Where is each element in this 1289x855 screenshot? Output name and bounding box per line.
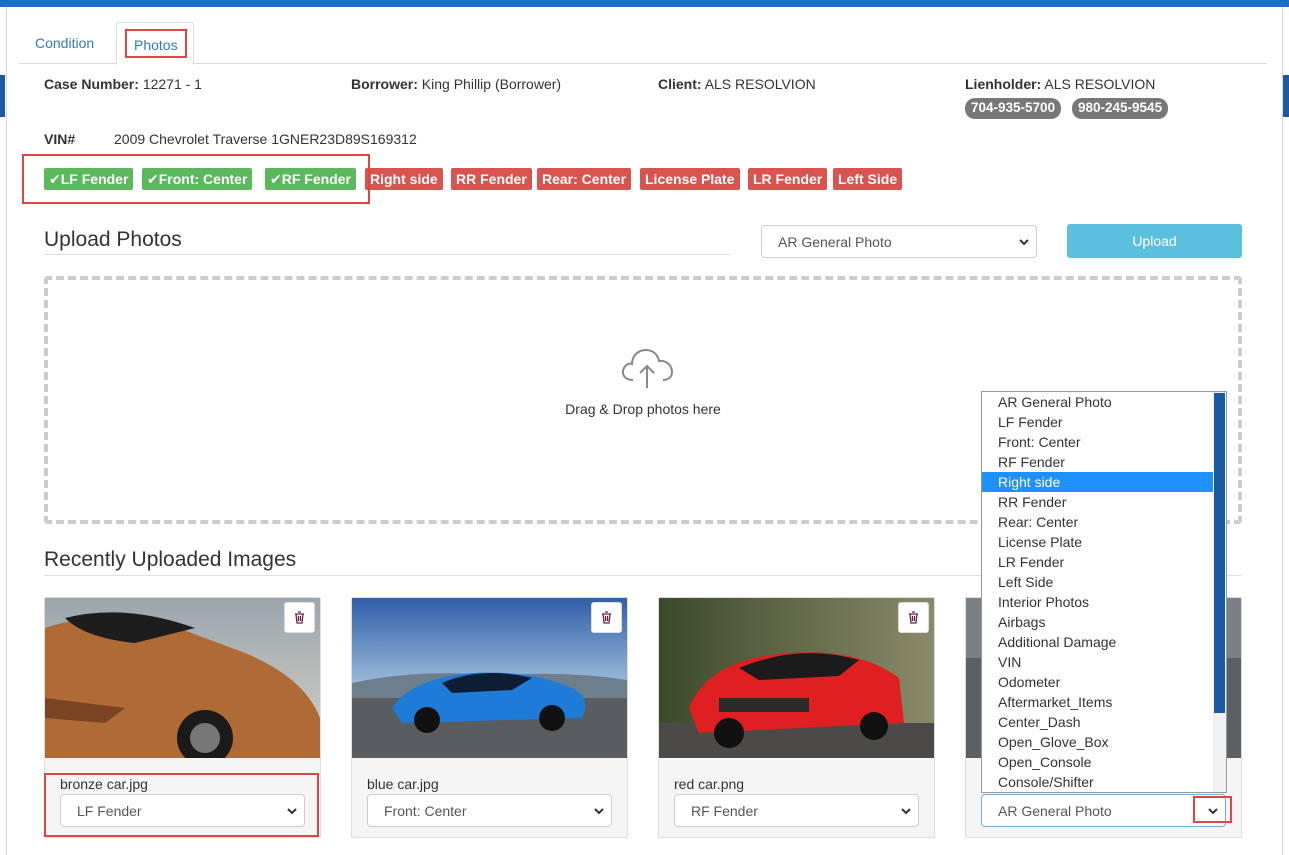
uploaded-image-card-2: blue car.jpg Front: Center	[351, 597, 628, 838]
dropdown-option[interactable]: Console/Shifter	[982, 772, 1214, 792]
badge-license-plate: License Plate	[640, 168, 740, 190]
chevron-down-icon	[594, 808, 604, 815]
dropdown-option[interactable]: Airbags	[982, 612, 1214, 632]
tab-photos[interactable]: Photos	[116, 22, 194, 65]
upload-photo-type-value: AR General Photo	[778, 234, 892, 250]
case-number-label: Case Number:	[44, 76, 139, 92]
image-filename-3: red car.png	[674, 776, 745, 792]
case-number-field: Case Number: 12271 - 1	[44, 76, 202, 92]
bronze-car-photo	[45, 598, 320, 758]
uploaded-image-card-3: red car.png RF Fender	[658, 597, 935, 838]
image-type-value-2: Front: Center	[384, 803, 467, 819]
highlight-completed-badges	[22, 154, 370, 204]
client-value: ALS RESOLVION	[704, 76, 816, 92]
dropdown-option[interactable]: Front: Center	[982, 432, 1214, 452]
dropdown-option[interactable]: RF Fender	[982, 452, 1214, 472]
image-type-select-4[interactable]: AR General Photo	[981, 794, 1226, 827]
upload-button[interactable]: Upload	[1067, 224, 1242, 258]
trash-icon	[602, 611, 611, 624]
blue-car-photo	[352, 598, 627, 758]
borrower-field: Borrower: King Phillip (Borrower)	[351, 76, 561, 92]
upload-title-divider	[44, 254, 731, 255]
tab-photos-label: Photos	[125, 29, 187, 58]
dropdown-option[interactable]: License Plate	[982, 532, 1214, 552]
lienholder-value: ALS RESOLVION	[1044, 76, 1156, 92]
upload-photos-title: Upload Photos	[44, 228, 182, 251]
vin-value: 2009 Chevrolet Traverse 1GNER23D89S16931…	[114, 131, 417, 147]
upload-photo-type-select[interactable]: AR General Photo	[761, 225, 1037, 258]
badge-lr-fender: LR Fender	[748, 168, 828, 190]
dropdown-option[interactable]: AR General Photo	[982, 392, 1214, 412]
cloud-upload-icon	[621, 348, 674, 388]
badge-left-side: Left Side	[833, 168, 903, 190]
badge-rr-fender: RR Fender	[451, 168, 532, 190]
dropdown-option[interactable]: Open_Glove_Box	[982, 732, 1214, 752]
chevron-down-icon	[1019, 239, 1029, 246]
modal-border-left	[6, 7, 7, 855]
dropdown-scrollbar[interactable]	[1213, 392, 1226, 792]
chevron-down-icon	[901, 808, 911, 815]
badge-right-side: Right side	[365, 168, 443, 190]
dropdown-option[interactable]: LR Fender	[982, 552, 1214, 572]
image-type-value-4: AR General Photo	[998, 803, 1112, 819]
dropdown-option[interactable]: LF Fender	[982, 412, 1214, 432]
background-navbar-edge-left	[0, 75, 5, 117]
dropdown-option[interactable]: Left Side	[982, 572, 1214, 592]
dropdown-option[interactable]: Rear: Center	[982, 512, 1214, 532]
dropdown-option-selected[interactable]: Right side	[982, 472, 1214, 492]
tab-bar: Condition Photos	[19, 22, 1267, 65]
image-filename-2: blue car.jpg	[367, 776, 439, 792]
case-number-value: 12271 - 1	[142, 76, 202, 92]
highlight-select-arrow	[1193, 796, 1232, 823]
dropdown-option[interactable]: Open_Console	[982, 752, 1214, 772]
client-label: Client:	[658, 76, 702, 92]
dropdown-option[interactable]: Interior Photos	[982, 592, 1214, 612]
delete-image-button-1[interactable]	[284, 602, 315, 633]
lienholder-label: Lienholder:	[965, 76, 1042, 92]
delete-image-button-3[interactable]	[898, 602, 929, 633]
modal-border-right	[1282, 7, 1283, 855]
badge-rear-center: Rear: Center	[537, 168, 632, 190]
tab-condition[interactable]: Condition	[19, 22, 110, 64]
dropdown-option[interactable]: Odometer	[982, 672, 1214, 692]
trash-icon	[909, 611, 918, 624]
client-field: Client: ALS RESOLVION	[658, 76, 816, 92]
vin-field: VIN#	[44, 131, 75, 147]
dropdown-scrollbar-thumb[interactable]	[1214, 393, 1225, 713]
delete-image-button-2[interactable]	[591, 602, 622, 633]
image-type-select-3[interactable]: RF Fender	[674, 794, 919, 827]
dropdown-option[interactable]: Aftermarket_Items	[982, 692, 1214, 712]
top-app-bar	[0, 0, 1289, 7]
background-navbar-edge-right	[1283, 75, 1289, 117]
dropdown-option[interactable]: RR Fender	[982, 492, 1214, 512]
phone-badge-2[interactable]: 980-245-9545	[1072, 98, 1169, 119]
vin-label: VIN#	[44, 131, 76, 147]
dropdown-option[interactable]: Center_Dash	[982, 712, 1214, 732]
dropdown-option[interactable]: Additional Damage	[982, 632, 1214, 652]
phone-badge-1[interactable]: 704-935-5700	[965, 98, 1062, 119]
dropdown-option[interactable]: VIN	[982, 652, 1214, 672]
image-type-select-2[interactable]: Front: Center	[367, 794, 612, 827]
highlight-card-1-type	[44, 773, 319, 837]
borrower-label: Borrower:	[351, 76, 418, 92]
red-car-photo	[659, 598, 934, 758]
trash-icon	[295, 611, 304, 624]
recent-images-title: Recently Uploaded Images	[44, 548, 297, 571]
borrower-value: King Phillip (Borrower)	[421, 76, 562, 92]
lienholder-field: Lienholder: ALS RESOLVION	[965, 76, 1155, 92]
image-type-dropdown-list[interactable]: AR General Photo LF Fender Front: Center…	[981, 391, 1227, 793]
image-type-value-3: RF Fender	[691, 803, 758, 819]
